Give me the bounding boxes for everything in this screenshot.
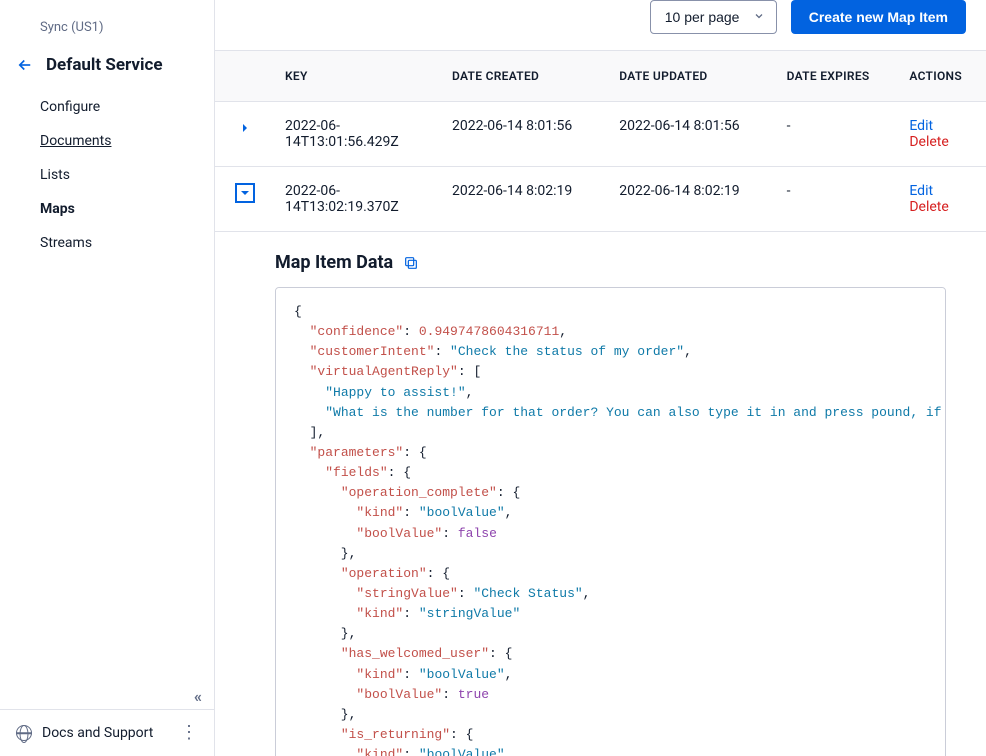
sidebar-top: Sync (US1) Default Service Configure Doc… — [0, 20, 214, 255]
edit-link[interactable]: Edit — [909, 118, 976, 134]
th-actions: ACTIONS — [899, 51, 986, 102]
collapse-sidebar-icon[interactable]: « — [194, 687, 202, 706]
sidebar-item-configure[interactable]: Configure — [40, 95, 214, 119]
breadcrumb[interactable]: Sync (US1) — [40, 20, 214, 35]
table-row: 2022-06-14T13:01:56.429Z2022-06-14 8:01:… — [215, 102, 986, 167]
cell-key: 2022-06-14T13:01:56.429Z — [275, 102, 442, 167]
sidebar-item-documents[interactable]: Documents — [40, 129, 214, 153]
per-page-select[interactable]: 10 per page — [650, 0, 777, 34]
expand-cell — [215, 102, 275, 167]
expand-cell — [215, 167, 275, 232]
more-icon[interactable]: ⋮ — [180, 724, 198, 742]
sidebar-item-maps[interactable]: Maps — [40, 197, 214, 221]
sidebar-item-streams[interactable]: Streams — [40, 231, 214, 255]
page-title: Default Service — [46, 55, 163, 75]
sidebar-bottom: Docs and Support ⋮ — [0, 709, 214, 756]
sidebar-item-lists[interactable]: Lists — [40, 163, 214, 187]
detail-title: Map Item Data — [275, 252, 393, 273]
cell-key: 2022-06-14T13:02:19.370Z — [275, 167, 442, 232]
table-row: 2022-06-14T13:02:19.370Z2022-06-14 8:02:… — [215, 167, 986, 232]
main-content: 10 per page Create new Map Item KEY DATE… — [215, 0, 986, 756]
caret-down-icon[interactable] — [235, 183, 255, 203]
map-item-detail: Map Item Data { "confidence": 0.94974786… — [215, 232, 986, 756]
copy-icon[interactable] — [403, 255, 419, 271]
table-wrapper: KEY DATE CREATED DATE UPDATED DATE EXPIR… — [215, 50, 986, 232]
cell-updated: 2022-06-14 8:02:19 — [609, 167, 776, 232]
per-page-select-wrapper: 10 per page — [650, 0, 777, 34]
edit-link[interactable]: Edit — [909, 183, 976, 199]
docs-support-link[interactable]: Docs and Support — [16, 725, 153, 741]
delete-link[interactable]: Delete — [909, 134, 976, 150]
th-updated: DATE UPDATED — [609, 51, 776, 102]
sidebar-nav: Configure Documents Lists Maps Streams — [40, 95, 214, 255]
cell-expires: - — [777, 167, 900, 232]
sidebar: Sync (US1) Default Service Configure Doc… — [0, 0, 215, 756]
map-items-table: KEY DATE CREATED DATE UPDATED DATE EXPIR… — [215, 51, 986, 232]
sidebar-header: Default Service — [16, 55, 214, 75]
th-key: KEY — [275, 51, 442, 102]
docs-support-label: Docs and Support — [42, 725, 153, 741]
th-created: DATE CREATED — [442, 51, 609, 102]
globe-icon — [16, 725, 32, 741]
json-viewer[interactable]: { "confidence": 0.9497478604316711, "cus… — [275, 287, 946, 756]
th-expand — [215, 51, 275, 102]
delete-link[interactable]: Delete — [909, 199, 976, 215]
cell-updated: 2022-06-14 8:01:56 — [609, 102, 776, 167]
back-arrow-icon[interactable] — [16, 56, 34, 74]
th-expires: DATE EXPIRES — [777, 51, 900, 102]
cell-actions: EditDelete — [899, 167, 986, 232]
toolbar: 10 per page Create new Map Item — [215, 0, 986, 50]
caret-right-icon[interactable] — [235, 118, 255, 138]
create-map-item-button[interactable]: Create new Map Item — [791, 0, 966, 34]
cell-expires: - — [777, 102, 900, 167]
cell-created: 2022-06-14 8:01:56 — [442, 102, 609, 167]
cell-created: 2022-06-14 8:02:19 — [442, 167, 609, 232]
cell-actions: EditDelete — [899, 102, 986, 167]
detail-header: Map Item Data — [275, 252, 946, 273]
